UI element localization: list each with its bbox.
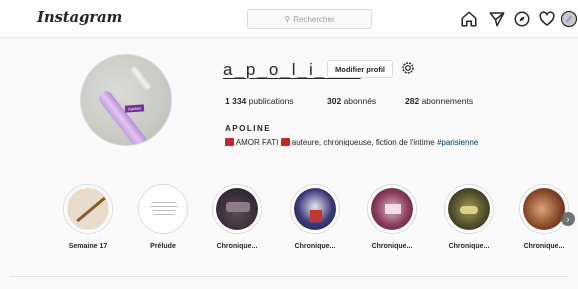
highlight-cover bbox=[212, 184, 262, 234]
divider bbox=[10, 276, 568, 277]
highlight-cover bbox=[367, 184, 417, 234]
nav-icons bbox=[460, 10, 578, 30]
top-navigation-bar: Instagram ⚲ Rechercher bbox=[0, 0, 578, 38]
red-book-icon bbox=[280, 138, 290, 146]
stat-followers[interactable]: 302 abonnés bbox=[327, 96, 376, 106]
stat-posts[interactable]: 1 334 publications bbox=[225, 96, 294, 106]
next-arrow-icon[interactable]: › bbox=[561, 212, 575, 226]
stat-posts-count: 1 334 bbox=[225, 96, 247, 106]
stat-posts-label: publications bbox=[248, 96, 294, 106]
highlight-label: Chronique... bbox=[371, 243, 413, 250]
highlight-label: Chronique... bbox=[523, 243, 565, 250]
edit-profile-button[interactable]: Modifier profil bbox=[327, 60, 393, 78]
bio-rest: auteure, chroniqueuse, fiction de l'inti… bbox=[289, 138, 437, 147]
stat-followers-label: abonnés bbox=[343, 96, 377, 106]
stat-followers-count: 302 bbox=[327, 96, 342, 106]
highlight-item[interactable]: Prélude bbox=[133, 184, 193, 250]
highlight-item[interactable]: Semaine 17 bbox=[58, 184, 118, 250]
highlight-label: Chronique... bbox=[448, 243, 490, 250]
highlight-item[interactable]: Chronique... bbox=[207, 184, 267, 250]
profile-avatar-icon[interactable] bbox=[560, 10, 578, 28]
bio-main: AMOR FATI bbox=[235, 138, 279, 147]
instagram-logo[interactable]: Instagram bbox=[37, 8, 122, 26]
search-placeholder: Rechercher bbox=[293, 14, 335, 24]
heart-icon[interactable] bbox=[538, 10, 556, 28]
profile-header: Apoline a_p_o_l_i_n_e Modifier profil 1 … bbox=[0, 38, 578, 178]
highlight-cover bbox=[444, 184, 494, 234]
highlight-label: Chronique... bbox=[294, 243, 336, 250]
highlight-item[interactable]: Chronique... bbox=[362, 184, 422, 250]
search-box[interactable]: ⚲ Rechercher bbox=[247, 9, 372, 29]
highlight-item[interactable]: Chronique... bbox=[285, 184, 345, 250]
pen-clip-image bbox=[129, 64, 153, 92]
settings-gear-icon[interactable] bbox=[400, 60, 416, 76]
stat-following[interactable]: 282 abonnements bbox=[405, 96, 473, 106]
search-icon: ⚲ bbox=[284, 14, 291, 24]
pen-image bbox=[96, 88, 156, 145]
highlight-label: Chronique... bbox=[216, 243, 258, 250]
full-name: APOLINE bbox=[225, 124, 272, 133]
bio: AMOR FATI auteure, chroniqueuse, fiction… bbox=[225, 138, 565, 147]
stat-following-count: 282 bbox=[405, 96, 420, 106]
bio-hashtag-link[interactable]: #parisienne bbox=[437, 138, 478, 147]
highlight-label: Prélude bbox=[150, 243, 176, 250]
red-book-icon bbox=[225, 138, 234, 146]
highlight-cover bbox=[63, 184, 113, 234]
home-icon[interactable] bbox=[460, 10, 478, 28]
highlight-item[interactable]: Chronique... bbox=[439, 184, 499, 250]
pen-label: Apoline bbox=[124, 104, 145, 113]
story-highlights: Semaine 17 Prélude Chronique... Chroniqu… bbox=[0, 178, 578, 268]
explore-icon[interactable] bbox=[513, 10, 531, 28]
highlight-cover bbox=[519, 184, 569, 234]
direct-icon[interactable] bbox=[488, 10, 506, 28]
highlight-cover bbox=[290, 184, 340, 234]
highlight-label: Semaine 17 bbox=[68, 243, 108, 250]
stat-following-label: abonnements bbox=[421, 96, 474, 106]
profile-picture[interactable]: Apoline bbox=[80, 54, 172, 146]
highlight-cover bbox=[138, 184, 188, 234]
